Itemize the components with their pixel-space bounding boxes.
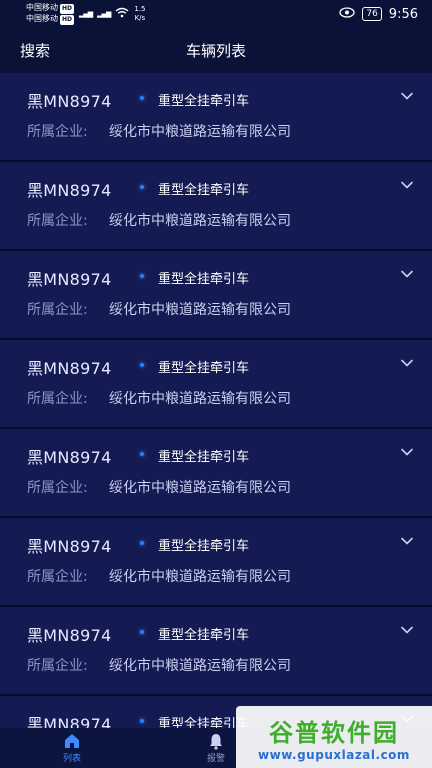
bell-icon bbox=[210, 734, 222, 750]
plate-number: 黑MN8974 bbox=[27, 181, 112, 200]
watermark-logo: 谷普软件园 www.gupuxlazal.com bbox=[236, 706, 432, 768]
vehicle-type: 重型全挂牵引车 bbox=[158, 94, 250, 109]
vehicle-card[interactable]: 黑MN8974 重型全挂牵引车所属企业: 绥化市中粮道路运输有限公司 bbox=[0, 73, 432, 162]
vehicle-type: 重型全挂牵引车 bbox=[158, 272, 250, 287]
chevron-down-icon[interactable] bbox=[400, 267, 414, 281]
company-name: 绥化市中粮道路运输有限公司 bbox=[109, 124, 291, 140]
chevron-down-icon[interactable] bbox=[400, 89, 414, 103]
tab-list-label: 列表 bbox=[62, 754, 81, 764]
company-label: 所属企业: bbox=[27, 658, 88, 674]
plate-number: 黑MN8974 bbox=[27, 359, 112, 378]
status-dot bbox=[140, 185, 144, 189]
watermark-url: www.gupuxlazal.com bbox=[258, 747, 410, 762]
chevron-down-icon[interactable] bbox=[400, 623, 414, 637]
vehicle-type: 重型全挂牵引车 bbox=[158, 450, 250, 465]
status-dot bbox=[140, 630, 144, 634]
vehicle-type: 重型全挂牵引车 bbox=[158, 183, 250, 198]
vehicle-card[interactable]: 黑MN8974 重型全挂牵引车所属企业: 绥化市中粮道路运输有限公司 bbox=[0, 607, 432, 696]
vehicle-card[interactable]: 黑MN8974 重型全挂牵引车所属企业: 绥化市中粮道路运输有限公司 bbox=[0, 518, 432, 607]
vehicle-list: 黑MN8974 重型全挂牵引车 所属企业: 绥化市中粮道路运输有限公司 黑MN8974 重… bbox=[0, 73, 432, 768]
watermark-title: 谷普软件园 bbox=[269, 718, 399, 747]
company-name: 绥化市中粮道路运输有限公司 bbox=[109, 658, 291, 674]
wifi-icon bbox=[115, 7, 129, 21]
status-dot bbox=[140, 274, 144, 278]
plate-number: 黑MN8974 bbox=[27, 626, 112, 645]
plate-number: 黑MN8974 bbox=[27, 270, 112, 289]
company-label: 所属企业: bbox=[27, 302, 88, 318]
status-dot bbox=[140, 719, 144, 723]
vehicle-card[interactable]: 黑MN8974 重型全挂牵引车所属企业: 绥化市中粮道路运输有限公司 bbox=[0, 251, 432, 340]
tab-alarm-label: 报警 bbox=[206, 754, 225, 764]
plate-number: 黑MN8974 bbox=[27, 448, 112, 467]
status-left: 中国移动 HD 中国移动 HD ▂▄▆ ▂▄▆ 1.5 K/s bbox=[26, 3, 145, 25]
company-label: 所属企业: bbox=[27, 480, 88, 496]
company-name: 绥化市中粮道路运输有限公司 bbox=[109, 213, 291, 229]
tab-list[interactable]: 列表 bbox=[0, 728, 144, 768]
home-icon bbox=[65, 734, 79, 748]
hd-badge: HD bbox=[60, 15, 75, 25]
vehicle-type: 重型全挂牵引车 bbox=[158, 539, 250, 554]
company-label: 所属企业: bbox=[27, 391, 88, 407]
carrier-info: 中国移动 HD 中国移动 HD bbox=[26, 3, 75, 25]
company-name: 绥化市中粮道路运输有限公司 bbox=[109, 391, 291, 407]
company-name: 绥化市中粮道路运输有限公司 bbox=[109, 480, 291, 496]
header: 搜索 车辆列表 bbox=[0, 30, 432, 70]
company-label: 所属企业: bbox=[27, 213, 88, 229]
search-button[interactable]: 搜索 bbox=[20, 40, 50, 61]
company-name: 绥化市中粮道路运输有限公司 bbox=[109, 302, 291, 318]
chevron-down-icon[interactable] bbox=[400, 445, 414, 459]
vehicle-card[interactable]: 黑MN8974 重型全挂牵引车所属企业: 绥化市中粮道路运输有限公司 bbox=[0, 340, 432, 429]
status-dot bbox=[140, 452, 144, 456]
signal-icon: ▂▄▆ bbox=[79, 10, 93, 18]
carrier-1: 中国移动 HD bbox=[26, 3, 75, 14]
vehicle-type: 重型全挂牵引车 bbox=[158, 361, 250, 376]
status-dot bbox=[140, 541, 144, 545]
vehicle-card[interactable]: 黑MN8974 重型全挂牵引车所属企业: 绥化市中粮道路运输有限公司 bbox=[0, 162, 432, 251]
company-name: 绥化市中粮道路运输有限公司 bbox=[109, 569, 291, 585]
company-label: 所属企业: bbox=[27, 124, 88, 140]
hd-badge: HD bbox=[60, 4, 75, 14]
carrier-2: 中国移动 HD bbox=[26, 14, 75, 25]
status-bar: 中国移动 HD 中国移动 HD ▂▄▆ ▂▄▆ 1.5 K/s 76 9:56 bbox=[0, 0, 432, 28]
vehicle-type: 重型全挂牵引车 bbox=[158, 628, 250, 643]
clock: 9:56 bbox=[388, 6, 418, 22]
signal-icon: ▂▄▆ bbox=[97, 10, 111, 18]
vehicle-card[interactable]: 黑MN8974 重型全挂牵引车所属企业: 绥化市中粮道路运输有限公司 bbox=[0, 429, 432, 518]
battery-indicator: 76 bbox=[362, 7, 382, 21]
chevron-down-icon[interactable] bbox=[400, 178, 414, 192]
status-right: 76 9:56 bbox=[339, 7, 418, 22]
plate-number: 黑MN8974 bbox=[27, 537, 112, 556]
page-title: 车辆列表 bbox=[185, 41, 246, 60]
chevron-down-icon[interactable] bbox=[400, 356, 414, 370]
chevron-down-icon[interactable] bbox=[400, 534, 414, 548]
status-dot bbox=[140, 363, 144, 367]
eye-icon bbox=[339, 6, 355, 22]
plate-number: 黑MN8974 bbox=[27, 92, 112, 111]
company-label: 所属企业: bbox=[27, 569, 88, 585]
network-speed: 1.5 K/s bbox=[134, 5, 146, 22]
status-dot bbox=[140, 96, 144, 100]
